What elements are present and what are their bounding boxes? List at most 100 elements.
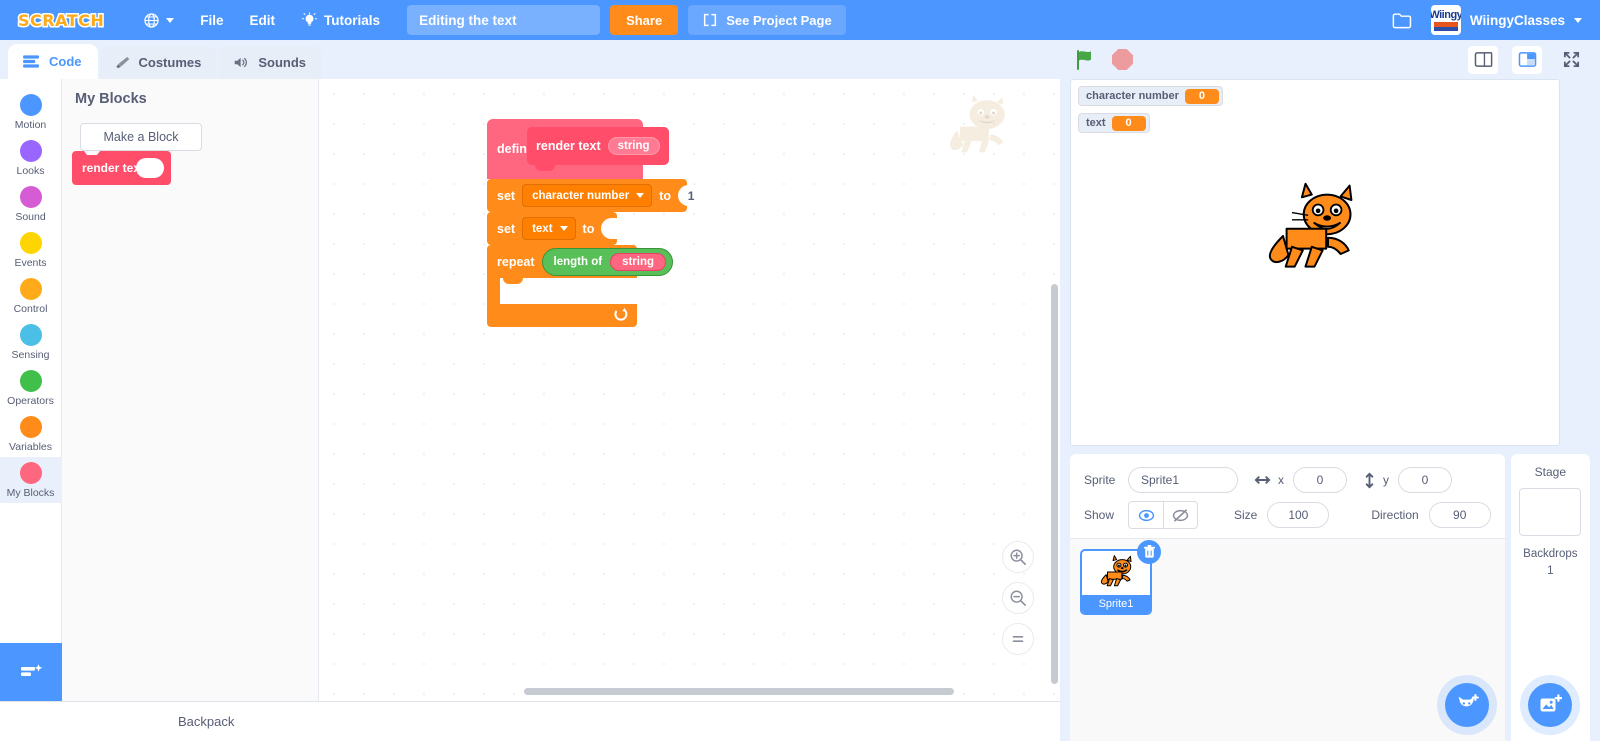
code-workspace[interactable]: define render text string set character … [319,79,1060,701]
x-input[interactable]: 0 [1293,467,1347,493]
eye-hidden-icon [1172,508,1189,522]
chevron-down-icon [1574,17,1582,23]
variable-monitor-character-number[interactable]: character number 0 [1078,86,1223,106]
stage-controls [1060,40,1600,79]
show-visible-button[interactable] [1129,502,1163,528]
stage-canvas[interactable]: character number 0 text 0 [1070,79,1560,446]
globe-icon [144,12,159,28]
delete-sprite-button[interactable] [1137,540,1161,564]
language-selector[interactable] [130,0,187,40]
scratch-cat-sprite[interactable] [1256,182,1364,281]
direction-input[interactable]: 90 [1428,502,1491,528]
category-events-label: Events [14,257,47,269]
make-a-block-button[interactable]: Make a Block [80,123,202,151]
account-menu[interactable]: Wiingy WiingyClasses [1430,5,1588,35]
category-control-label: Control [13,303,48,315]
add-backdrop-button[interactable] [1528,683,1573,727]
direction-label: Direction [1371,508,1419,522]
large-stage-layout-icon [1518,52,1536,67]
category-my-blocks[interactable]: My Blocks [0,457,62,503]
stage-selector-panel[interactable]: Stage Backdrops 1 [1510,454,1590,741]
repeat-body-slot[interactable] [487,278,637,304]
editor-panes: Motion Looks Sound Events Control Sensin… [0,79,1060,701]
category-sensing[interactable]: Sensing [0,319,62,365]
category-control-dot [19,278,42,300]
show-hidden-button[interactable] [1163,502,1197,528]
menu-file[interactable]: File [187,0,236,40]
category-sound[interactable]: Sound [0,181,62,227]
sprite-name-input[interactable]: Sprite1 [1128,467,1238,493]
sprite-area: Sprite Sprite1 x 0 y 0 Show Size 100 Dir… [1060,446,1600,741]
sprite-info-row-1: Sprite Sprite1 x 0 y 0 [1070,454,1505,496]
chevron-down-icon [559,226,568,231]
small-stage-layout-button[interactable] [1468,45,1498,74]
size-label: Size [1234,508,1258,522]
category-motion[interactable]: Motion [0,89,62,135]
tab-code[interactable]: Code [8,44,98,79]
variable-dropdown-character-number[interactable]: character number [522,184,653,207]
category-looks-dot [19,140,42,162]
monitor-name-character-number: character number [1086,90,1179,102]
block-repeat-loop[interactable]: repeat length of string [487,245,674,327]
large-stage-layout-button[interactable] [1512,45,1542,74]
variable-dropdown-text[interactable]: text [522,217,576,240]
folder-icon[interactable] [1391,11,1413,30]
set-value-input-2[interactable] [601,218,628,239]
length-of-arg-string[interactable]: string [610,252,667,271]
sprite-card-sprite1[interactable]: Sprite1 [1080,540,1161,615]
workspace-grid [319,79,1060,701]
code-icon [23,55,39,68]
project-title-input[interactable]: Editing the text [407,5,601,35]
tab-costumes-label: Costumes [138,55,202,70]
repeat-header[interactable]: repeat length of string [487,245,674,278]
share-button[interactable]: Share [610,5,679,35]
menu-tutorials[interactable]: Tutorials [288,0,393,40]
menu-edit[interactable]: Edit [237,0,289,40]
category-variables[interactable]: Variables [0,411,62,457]
menu-file-label: File [200,12,224,28]
block-define-hat[interactable]: define render text string [487,119,669,184]
category-operators[interactable]: Operators [0,365,62,411]
script-render-text[interactable]: define render text string set character … [487,119,705,327]
block-define-prototype[interactable]: render text string [527,127,669,171]
block-length-of-operator[interactable]: length of string [541,247,674,276]
define-proc-arg-string[interactable]: string [607,137,660,155]
tab-costumes[interactable]: Costumes [99,46,218,79]
block-set-character-number[interactable]: set character number to 1 [487,179,705,217]
category-events[interactable]: Events [0,227,62,273]
block-palette[interactable]: My Blocks Make a Block render text [62,79,371,701]
workspace-vertical-scrollbar[interactable] [1051,284,1058,684]
palette-custom-block-render-text[interactable]: render text [72,151,171,189]
fullscreen-button[interactable] [1556,46,1586,74]
size-input[interactable]: 100 [1267,502,1330,528]
vertical-arrows-icon [1365,472,1374,488]
tab-sounds[interactable]: Sounds [219,46,323,79]
repeat-body-empty [500,278,637,304]
scratch-cat-thumbnail-icon [1100,555,1132,587]
y-input[interactable]: 0 [1398,467,1452,493]
set-keyword-label-1: set [497,188,516,203]
see-project-page-button[interactable]: See Project Page [688,5,846,35]
zoom-reset-icon [1012,636,1024,642]
zoom-in-icon [1010,549,1027,566]
workspace-horizontal-scrollbar[interactable] [524,688,954,695]
add-extension-button[interactable] [0,643,62,701]
scratch-cat-watermark [949,94,1005,153]
set-value-input-1[interactable]: 1 [678,185,705,206]
zoom-in-button[interactable] [1002,541,1034,573]
block-set-text[interactable]: set text to [487,212,628,250]
stop-sign-icon[interactable] [1112,49,1133,70]
green-flag-icon[interactable] [1074,48,1098,72]
category-looks[interactable]: Looks [0,135,62,181]
palette-custom-block-arg-oval [136,158,164,178]
variable-monitor-text[interactable]: text 0 [1078,113,1150,133]
add-sprite-button[interactable] [1444,683,1489,727]
sprite-info-panel: Sprite Sprite1 x 0 y 0 Show Size 100 Dir… [1070,454,1505,741]
stage-backdrop-thumbnail[interactable] [1519,488,1582,536]
zoom-out-button[interactable] [1002,582,1034,614]
scratch-logo[interactable]: SCRATCH [12,9,110,32]
category-control[interactable]: Control [0,273,62,319]
zoom-reset-button[interactable] [1002,623,1034,655]
backpack-bar[interactable]: Backpack [0,701,1060,741]
category-my-blocks-dot [19,462,42,484]
